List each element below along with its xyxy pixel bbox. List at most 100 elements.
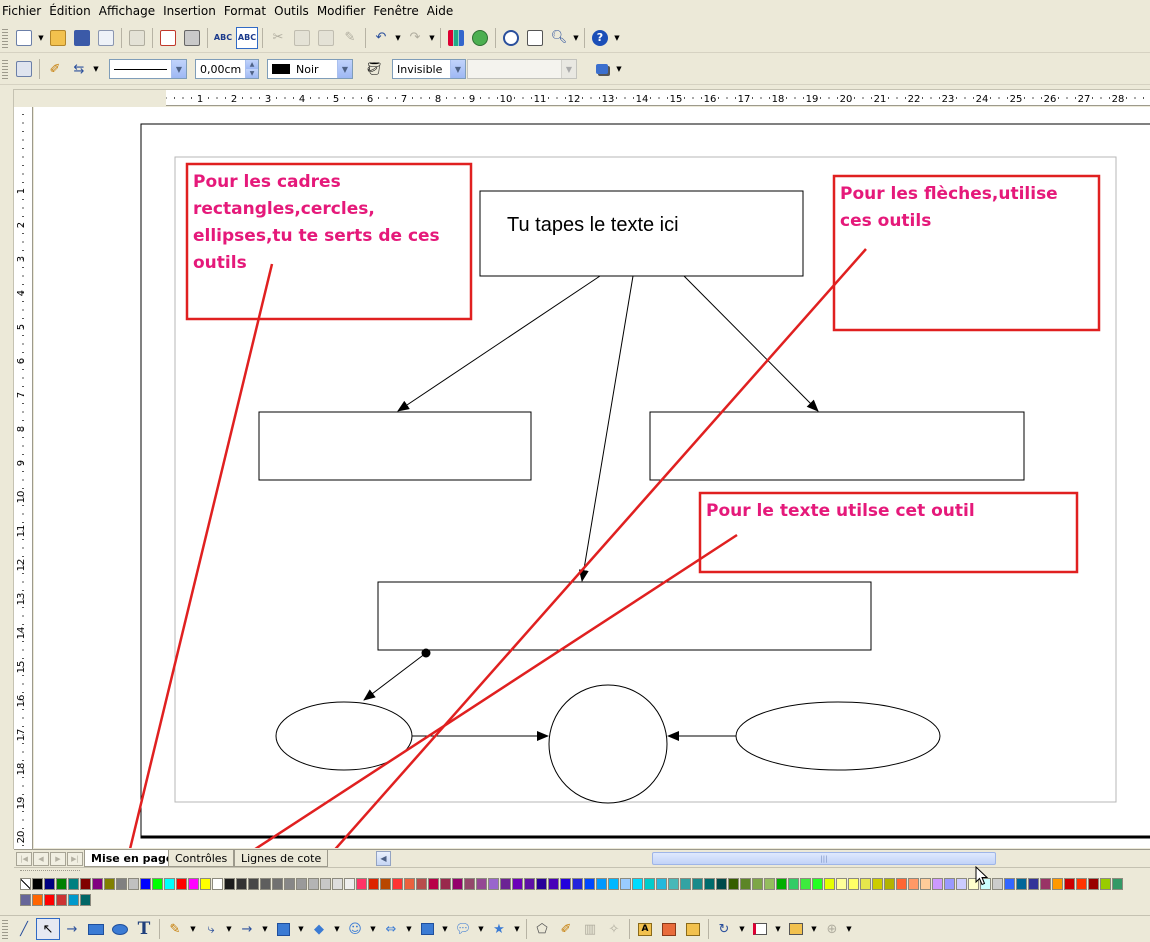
menu-affichage[interactable]: Affichage	[96, 4, 160, 18]
arrange-dropdown-icon[interactable]: ▼	[808, 925, 820, 933]
line-color-select[interactable]: Noir ▼	[267, 59, 353, 79]
color-swatch[interactable]	[728, 878, 739, 890]
horizontal-scrollbar[interactable]: ◀ |||	[376, 851, 1150, 867]
curve-dropdown-icon[interactable]: ▼	[187, 925, 199, 933]
from-file-icon[interactable]: ✧	[602, 918, 626, 940]
align-icon[interactable]	[748, 918, 772, 940]
color-swatch[interactable]	[428, 878, 439, 890]
color-swatch[interactable]	[704, 878, 715, 890]
zoom-dropdown-icon[interactable]: ▼	[572, 27, 580, 49]
line-icon[interactable]: ✐	[44, 58, 66, 80]
color-swatch[interactable]	[104, 878, 115, 890]
help-icon[interactable]: ?	[589, 27, 611, 49]
clone-format-icon[interactable]: ✎	[339, 27, 361, 49]
color-swatch[interactable]	[572, 878, 583, 890]
color-swatch[interactable]	[452, 878, 463, 890]
tab-controles[interactable]: Contrôles	[168, 850, 235, 867]
color-swatch[interactable]	[1112, 878, 1123, 890]
drawing-canvas[interactable]: Tu tapes le texte ici Pour les cadres re…	[34, 107, 1150, 848]
callouts-icon[interactable]: 💬︎	[451, 918, 475, 940]
left-box[interactable]	[258, 411, 532, 481]
stars-dropdown-icon[interactable]: ▼	[511, 925, 523, 933]
color-swatch[interactable]	[128, 878, 139, 890]
cut-icon[interactable]: ✂	[267, 27, 289, 49]
ellipse-tool-icon[interactable]	[108, 918, 132, 940]
gallery-icon[interactable]	[469, 27, 491, 49]
color-swatch[interactable]	[140, 878, 151, 890]
block-arrows-dropdown-icon[interactable]: ▼	[403, 925, 415, 933]
area-icon[interactable]: 🪣︎	[363, 58, 385, 80]
color-swatch[interactable]	[668, 878, 679, 890]
symbol-shapes-icon[interactable]: ☺	[343, 918, 367, 940]
menu-fichier[interactable]: Fichier	[0, 4, 46, 18]
color-swatch[interactable]	[596, 878, 607, 890]
menu-outils[interactable]: Outils	[271, 4, 314, 18]
color-swatch[interactable]	[416, 878, 427, 890]
right-ellipse[interactable]	[735, 701, 941, 771]
color-swatch[interactable]	[44, 894, 55, 906]
autospellcheck-icon[interactable]: ABC	[236, 26, 258, 49]
color-swatch[interactable]	[272, 878, 283, 890]
color-swatch[interactable]	[860, 878, 871, 890]
menu-fenetre[interactable]: Fenêtre	[370, 4, 423, 18]
color-swatch[interactable]	[464, 878, 475, 890]
color-swatch[interactable]	[1064, 878, 1075, 890]
color-swatch[interactable]	[68, 894, 79, 906]
color-swatch[interactable]	[1076, 878, 1087, 890]
spellcheck-icon[interactable]: ABC	[212, 27, 234, 49]
color-swatch[interactable]	[308, 878, 319, 890]
color-swatch[interactable]	[248, 878, 259, 890]
color-swatch[interactable]	[740, 878, 751, 890]
symbol-shapes-dropdown-icon[interactable]: ▼	[367, 925, 379, 933]
color-swatch[interactable]	[224, 878, 235, 890]
menu-aide[interactable]: Aide	[424, 4, 459, 18]
color-swatch[interactable]	[608, 878, 619, 890]
color-swatch[interactable]	[524, 878, 535, 890]
color-swatch[interactable]	[176, 878, 187, 890]
color-swatch[interactable]	[836, 878, 847, 890]
color-swatch[interactable]	[776, 878, 787, 890]
center-circle[interactable]	[548, 684, 668, 804]
arrow-line-tool-icon[interactable]: →	[60, 918, 84, 940]
undo-icon[interactable]: ↶	[370, 27, 392, 49]
rectangle-tool-icon[interactable]	[84, 918, 108, 940]
horizontal-ruler[interactable]: 4321123456789101112131415161718192021222…	[14, 89, 1150, 106]
color-swatch[interactable]	[716, 878, 727, 890]
color-swatch[interactable]	[296, 878, 307, 890]
toolbar-grip[interactable]	[2, 59, 8, 79]
arrange-icon[interactable]	[784, 918, 808, 940]
color-swatch[interactable]	[68, 878, 79, 890]
color-swatch[interactable]	[812, 878, 823, 890]
color-swatch[interactable]	[356, 878, 367, 890]
color-swatch[interactable]	[512, 878, 523, 890]
toolbar-options-icon[interactable]: ▼	[845, 918, 853, 940]
print-icon[interactable]	[181, 27, 203, 49]
color-swatch[interactable]	[872, 878, 883, 890]
rotate-dropdown-icon[interactable]: ▼	[736, 925, 748, 933]
line-tool-icon[interactable]: ╱	[12, 918, 36, 940]
color-swatch[interactable]	[536, 878, 547, 890]
color-swatch[interactable]	[332, 878, 343, 890]
vertical-ruler[interactable]: 1 2 3 4 5 6 7 8 9 10 11 12 13 14 15 16 17 18 19 20	[14, 107, 33, 855]
redo-dropdown-icon[interactable]: ▼	[428, 27, 436, 49]
color-swatch[interactable]	[284, 878, 295, 890]
redo-icon[interactable]: ↷	[404, 27, 426, 49]
scroll-thumb[interactable]: |||	[652, 852, 996, 865]
toolbar-options-icon[interactable]: ▼	[613, 27, 621, 49]
no-fill-swatch[interactable]	[20, 878, 31, 890]
color-swatch[interactable]	[320, 878, 331, 890]
color-swatch[interactable]	[692, 878, 703, 890]
menu-insertion[interactable]: Insertion	[160, 4, 221, 18]
arrow-style-icon[interactable]: ⇆	[68, 58, 90, 80]
color-swatch[interactable]	[44, 878, 55, 890]
line-style-select[interactable]: ▼	[109, 59, 187, 79]
color-swatch[interactable]	[992, 878, 1003, 890]
area-style-select[interactable]: Invisible ▼	[392, 59, 466, 79]
color-swatch[interactable]	[164, 878, 175, 890]
color-swatch[interactable]	[896, 878, 907, 890]
flowchart-icon[interactable]	[415, 918, 439, 940]
color-swatch[interactable]	[92, 878, 103, 890]
color-swatch[interactable]	[848, 878, 859, 890]
color-swatch[interactable]	[932, 878, 943, 890]
color-swatch[interactable]	[500, 878, 511, 890]
